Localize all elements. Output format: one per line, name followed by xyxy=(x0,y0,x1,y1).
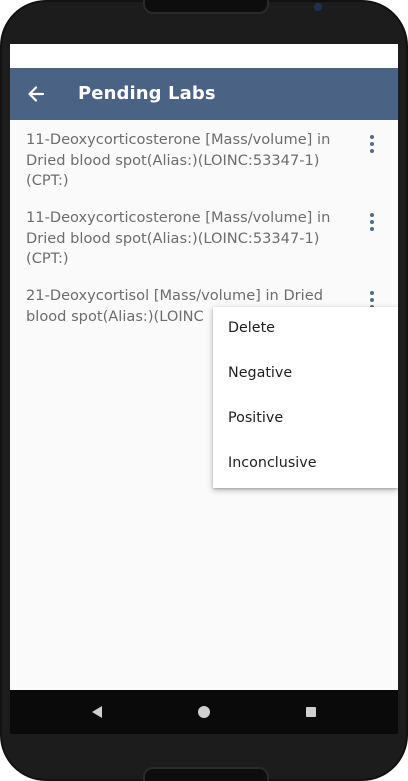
arrow-left-icon xyxy=(28,86,45,102)
lab-item-text: 11-Deoxycorticosterone [Mass/volume] in … xyxy=(26,208,348,270)
lab-item-line: 11-Deoxycorticosterone [Mass/volume] in xyxy=(26,131,331,148)
lab-item-line: (CPT:) xyxy=(26,172,69,189)
app-bar: Pending Labs xyxy=(10,68,398,120)
menu-item-label: Positive xyxy=(228,410,284,426)
bottom-speaker xyxy=(143,767,269,781)
front-camera xyxy=(314,3,322,11)
nav-home-icon[interactable] xyxy=(198,706,210,718)
system-nav-bar xyxy=(10,690,398,734)
app-screen: Pending Labs 11-Deoxycorticosterone [Mas… xyxy=(10,44,398,690)
nav-recents-icon[interactable] xyxy=(306,707,316,717)
menu-item-negative[interactable]: Negative xyxy=(213,352,398,397)
lab-item-line: Dried blood spot(Alias:)(LOINC:53347-1) xyxy=(26,229,320,247)
lab-item-text: 11-Deoxycorticosterone [Mass/volume] in … xyxy=(26,130,348,192)
menu-item-label: Inconclusive xyxy=(228,455,317,471)
more-vert-icon[interactable] xyxy=(362,132,382,156)
lab-item[interactable]: 11-Deoxycorticosterone [Mass/volume] in … xyxy=(10,130,398,198)
menu-item-label: Negative xyxy=(228,365,293,381)
top-speaker xyxy=(143,0,269,14)
lab-item-line: Dried blood spot(Alias:)(LOINC:53347-1) xyxy=(26,151,320,169)
nav-back-icon[interactable] xyxy=(92,706,102,718)
back-button[interactable] xyxy=(20,78,52,110)
lab-item-line: (CPT:) xyxy=(26,250,69,267)
lab-item-line: 11-Deoxycorticosterone [Mass/volume] in xyxy=(26,209,331,226)
more-vert-icon[interactable] xyxy=(362,210,382,234)
menu-item-inconclusive[interactable]: Inconclusive xyxy=(213,442,398,487)
menu-item-positive[interactable]: Positive xyxy=(213,397,398,442)
page-title: Pending Labs xyxy=(78,83,216,104)
status-bar xyxy=(10,44,398,68)
menu-item-delete[interactable]: Delete xyxy=(213,307,398,352)
popup-menu: Delete Negative Positive Inconclusive xyxy=(213,307,398,488)
lab-item[interactable]: 11-Deoxycorticosterone [Mass/volume] in … xyxy=(10,208,398,276)
lab-item-line: 21-Deoxycortisol [Mass/volume] in Dried xyxy=(26,287,323,304)
menu-item-label: Delete xyxy=(228,320,275,336)
